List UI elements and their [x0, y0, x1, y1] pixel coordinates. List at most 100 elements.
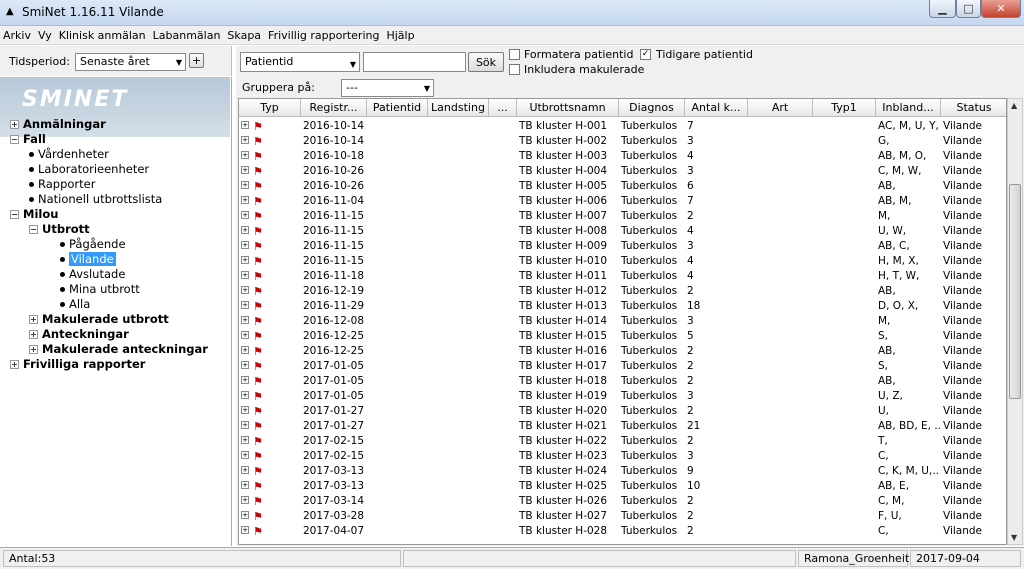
expand-icon[interactable]: + — [241, 481, 249, 489]
column-header[interactable]: Antal k... — [685, 99, 748, 117]
tree-item[interactable]: Pågående — [60, 237, 126, 251]
table-row[interactable]: + ⚑ 2016-11-29 TB kluster H-013 Tuberkulos 18… — [239, 299, 1006, 314]
menu-skapa[interactable]: Skapa — [227, 29, 261, 42]
tree-item[interactable]: Vårdenheter — [29, 147, 109, 161]
table-row[interactable]: + ⚑ 2016-11-04 TB kluster H-006 Tuberkulos 7 A… — [239, 194, 1006, 209]
expand-icon[interactable]: + — [10, 119, 19, 129]
table-row[interactable]: + ⚑ 2016-11-15 TB kluster H-010 Tuberkulos 4 H… — [239, 254, 1006, 269]
menu-vy[interactable]: Vy — [38, 29, 52, 42]
earlier-patientid-checkbox[interactable]: ✓ — [640, 49, 651, 60]
group-by-select[interactable]: --- ▼ — [341, 79, 434, 97]
table-row[interactable]: + ⚑ 2016-11-15 TB kluster H-009 Tuberkulos 3 A… — [239, 239, 1006, 254]
expand-icon[interactable]: + — [241, 226, 249, 234]
expand-icon[interactable]: + — [241, 121, 249, 129]
tree-item[interactable]: + Makulerade utbrott — [29, 312, 169, 326]
scroll-up-icon[interactable]: ▲ — [1011, 101, 1017, 110]
search-field-select[interactable]: Patientid ▼ — [240, 52, 360, 72]
expand-icon[interactable]: + — [241, 466, 249, 474]
table-row[interactable]: + ⚑ 2016-11-18 TB kluster H-011 Tuberkulos 4 H… — [239, 269, 1006, 284]
expand-icon[interactable]: + — [241, 331, 249, 339]
expand-icon[interactable]: + — [241, 256, 249, 264]
table-row[interactable]: + ⚑ 2016-12-08 TB kluster H-014 Tuberkulos 3 M… — [239, 314, 1006, 329]
table-row[interactable]: + ⚑ 2017-02-15 TB kluster H-022 Tuberkulos 2 T… — [239, 434, 1006, 449]
vertical-scrollbar[interactable]: ▲ ▼ — [1007, 98, 1023, 545]
table-row[interactable]: + ⚑ 2017-01-27 TB kluster H-020 Tuberkulos 2 U… — [239, 404, 1006, 419]
collapse-icon[interactable]: − — [10, 134, 19, 144]
expand-icon[interactable]: + — [241, 211, 249, 219]
tree-item[interactable]: + Anteckningar — [29, 327, 129, 341]
expand-icon[interactable]: + — [241, 316, 249, 324]
menu-hjalp[interactable]: Hjälp — [386, 29, 414, 42]
scroll-thumb[interactable] — [1009, 184, 1021, 399]
table-row[interactable]: + ⚑ 2016-10-26 TB kluster H-004 Tuberkulos 3 C… — [239, 164, 1006, 179]
minimize-button[interactable]: ▁ — [929, 0, 956, 18]
table-row[interactable]: + ⚑ 2016-10-18 TB kluster H-003 Tuberkulos 4 A… — [239, 149, 1006, 164]
expand-icon[interactable]: + — [241, 136, 249, 144]
table-row[interactable]: + ⚑ 2017-03-13 TB kluster H-025 Tuberkulos 10… — [239, 479, 1006, 494]
tree-item[interactable]: + Makulerade anteckningar — [29, 342, 208, 356]
scroll-down-icon[interactable]: ▼ — [1011, 533, 1017, 542]
tree-item[interactable]: Nationell utbrottslista — [29, 192, 162, 206]
tree-item[interactable]: + Frivilliga rapporter — [10, 357, 145, 371]
tree-item[interactable]: − Fall — [10, 132, 46, 146]
tree-item[interactable]: Mina utbrott — [60, 282, 140, 296]
column-header[interactable]: Utbrottsnamn — [517, 99, 619, 117]
expand-icon[interactable]: + — [241, 271, 249, 279]
expand-icon[interactable]: + — [241, 181, 249, 189]
collapse-icon[interactable]: − — [10, 209, 19, 219]
column-header[interactable]: Art — [748, 99, 813, 117]
expand-icon[interactable]: + — [241, 346, 249, 354]
table-row[interactable]: + ⚑ 2017-03-28 TB kluster H-027 Tuberkulos 2 F… — [239, 509, 1006, 524]
expand-icon[interactable]: + — [241, 151, 249, 159]
expand-icon[interactable]: + — [241, 406, 249, 414]
tree-item[interactable]: + Anmälningar — [10, 117, 106, 131]
expand-icon[interactable]: + — [10, 359, 19, 369]
table-row[interactable]: + ⚑ 2016-12-25 TB kluster H-016 Tuberkulos 2 A… — [239, 344, 1006, 359]
table-row[interactable]: + ⚑ 2017-01-05 TB kluster H-019 Tuberkulos 3 U… — [239, 389, 1006, 404]
expand-icon[interactable]: + — [241, 241, 249, 249]
expand-icon[interactable]: + — [241, 451, 249, 459]
menu-labanmalan[interactable]: Labanmälan — [153, 29, 221, 42]
table-row[interactable]: + ⚑ 2016-10-14 TB kluster H-002 Tuberkulos 3 G… — [239, 134, 1006, 149]
column-header[interactable]: Status — [941, 99, 1006, 117]
expand-icon[interactable]: + — [29, 329, 38, 339]
expand-icon[interactable]: + — [241, 436, 249, 444]
expand-icon[interactable]: + — [29, 344, 38, 354]
table-row[interactable]: + ⚑ 2017-03-14 TB kluster H-026 Tuberkulos 2 C… — [239, 494, 1006, 509]
expand-icon[interactable]: + — [241, 391, 249, 399]
column-header[interactable]: ... — [489, 99, 517, 117]
expand-icon[interactable]: + — [241, 301, 249, 309]
column-header[interactable]: Inbland... — [876, 99, 941, 117]
table-row[interactable]: + ⚑ 2016-12-19 TB kluster H-012 Tuberkulos 2 A… — [239, 284, 1006, 299]
add-period-button[interactable]: + — [189, 53, 204, 68]
table-row[interactable]: + ⚑ 2017-03-13 TB kluster H-024 Tuberkulos 9 C… — [239, 464, 1006, 479]
close-button[interactable]: ✕ — [981, 0, 1021, 18]
search-button[interactable]: Sök — [468, 52, 504, 72]
table-row[interactable]: + ⚑ 2017-01-05 TB kluster H-017 Tuberkulos 2 S… — [239, 359, 1006, 374]
tree-item[interactable]: Rapporter — [29, 177, 95, 191]
expand-icon[interactable]: + — [241, 496, 249, 504]
table-row[interactable]: + ⚑ 2017-01-27 TB kluster H-021 Tuberkulos 21… — [239, 419, 1006, 434]
include-deleted-checkbox[interactable] — [509, 64, 520, 75]
tree-item[interactable]: Vilande — [60, 252, 116, 266]
column-header[interactable]: Typ — [239, 99, 301, 117]
expand-icon[interactable]: + — [241, 376, 249, 384]
table-row[interactable]: + ⚑ 2016-11-15 TB kluster H-007 Tuberkulos 2 M… — [239, 209, 1006, 224]
maximize-button[interactable]: □ — [956, 0, 981, 18]
format-patientid-checkbox[interactable] — [509, 49, 520, 60]
tree-item[interactable]: Avslutade — [60, 267, 125, 281]
column-header[interactable]: Landsting — [428, 99, 489, 117]
search-input[interactable] — [363, 52, 466, 72]
expand-icon[interactable]: + — [29, 314, 38, 324]
table-row[interactable]: + ⚑ 2016-10-14 TB kluster H-001 Tuberkulos 7 A… — [239, 119, 1006, 134]
expand-icon[interactable]: + — [241, 286, 249, 294]
table-row[interactable]: + ⚑ 2016-10-26 TB kluster H-005 Tuberkulos 6 A… — [239, 179, 1006, 194]
tree-item[interactable]: − Milou — [10, 207, 58, 221]
period-select[interactable]: Senaste året ▼ — [75, 53, 186, 71]
column-header[interactable]: Registr... — [301, 99, 367, 117]
tree-item[interactable]: − Utbrott — [29, 222, 90, 236]
table-row[interactable]: + ⚑ 2017-01-05 TB kluster H-018 Tuberkulos 2 A… — [239, 374, 1006, 389]
tree-item[interactable]: Laboratorieenheter — [29, 162, 149, 176]
table-row[interactable]: + ⚑ 2016-11-15 TB kluster H-008 Tuberkulos 4 U… — [239, 224, 1006, 239]
table-row[interactable]: + ⚑ 2016-12-25 TB kluster H-015 Tuberkulos 5 S… — [239, 329, 1006, 344]
